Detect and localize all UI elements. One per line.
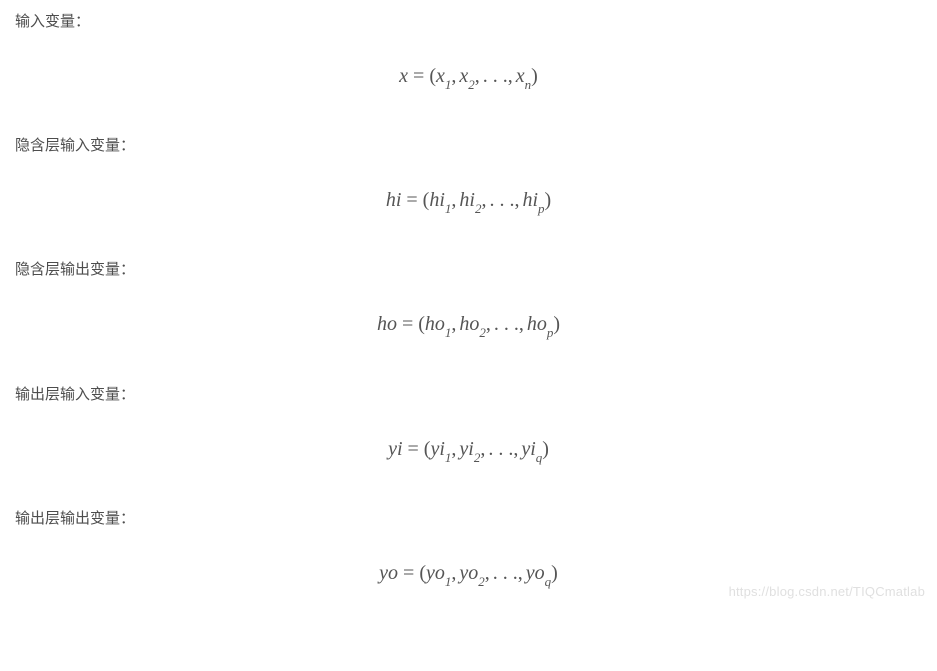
elem-yo1-sub: 1 [445,574,452,589]
elem-xn-sub: n [525,77,532,92]
formula-hidden-output-var: ho=(ho1,ho2,. . .,hop) [15,310,922,340]
label-hidden-input-var: 隐含层输入变量： [15,134,922,158]
elem-hop-sub: p [547,325,554,340]
elem-hop-base: ho [527,313,547,335]
comma: , [519,313,524,335]
comma: , [508,65,513,87]
elem-yiq-base: yi [521,438,535,460]
formula-input-var: x=(x1,x2,. . .,xn) [15,62,922,92]
comma: , [451,189,456,211]
elem-yoq-sub: q [545,574,552,589]
ellipsis: . . . [488,438,513,460]
equals-sign: = [406,189,417,211]
elem-hi2-sub: 2 [475,201,482,216]
elem-x1-sub: 1 [445,77,452,92]
ellipsis: . . . [483,65,508,87]
label-output-input-var: 输出层输入变量： [15,383,922,407]
elem-hip-sub: p [538,201,545,216]
equals-sign: = [408,438,419,460]
label-output-output-var: 输出层输出变量： [15,507,922,531]
elem-xn-base: x [516,65,525,87]
var-yi: yi [388,438,402,460]
equals-sign: = [402,313,413,335]
ellipsis: . . . [489,189,514,211]
formula-output-input-var: yi=(yi1,yi2,. . .,yiq) [15,435,922,465]
elem-x2-base: x [459,65,468,87]
section-output-output-var: 输出层输出变量： yo=(yo1,yo2,. . .,yoq) [15,507,922,589]
right-paren: ) [545,189,552,211]
elem-hi1-sub: 1 [445,201,452,216]
comma: , [518,562,523,584]
elem-yo2-base: yo [459,562,478,584]
label-hidden-output-var: 隐含层输出变量： [15,258,922,282]
comma: , [451,313,456,335]
var-hi: hi [386,189,402,211]
comma: , [485,562,490,584]
ellipsis: . . . [494,313,519,335]
left-paren: ( [429,65,436,87]
comma: , [481,189,486,211]
elem-yi2-base: yi [459,438,473,460]
equals-sign: = [413,65,424,87]
section-hidden-output-var: 隐含层输出变量： ho=(ho1,ho2,. . .,hop) [15,258,922,340]
equals-sign: = [403,562,414,584]
comma: , [451,65,456,87]
comma: , [514,189,519,211]
elem-x2-sub: 2 [468,77,475,92]
watermark-text: https://blog.csdn.net/TIQCmatlab [729,584,925,599]
left-paren: ( [418,313,425,335]
var-yo: yo [379,562,398,584]
var-ho: ho [377,313,397,335]
right-paren: ) [551,562,558,584]
left-paren: ( [419,562,426,584]
elem-yi2-sub: 2 [474,450,481,465]
elem-yoq-base: yo [526,562,545,584]
right-paren: ) [553,313,560,335]
ellipsis: . . . [493,562,518,584]
elem-hi2-base: hi [459,189,475,211]
comma: , [475,65,480,87]
elem-ho1-sub: 1 [445,325,452,340]
elem-hi1-base: hi [429,189,445,211]
right-paren: ) [531,65,538,87]
label-input-var: 输入变量： [15,10,922,34]
section-output-input-var: 输出层输入变量： yi=(yi1,yi2,. . .,yiq) [15,383,922,465]
elem-ho2-base: ho [459,313,479,335]
elem-ho2-sub: 2 [479,325,486,340]
comma: , [486,313,491,335]
comma: , [451,562,456,584]
elem-hip-base: hi [522,189,538,211]
section-input-var: 输入变量： x=(x1,x2,. . .,xn) [15,10,922,92]
elem-yi1-base: yi [430,438,444,460]
elem-yiq-sub: q [536,450,543,465]
right-paren: ) [542,438,549,460]
elem-yi1-sub: 1 [445,450,452,465]
formula-hidden-input-var: hi=(hi1,hi2,. . .,hip) [15,186,922,216]
comma: , [513,438,518,460]
section-hidden-input-var: 隐含层输入变量： hi=(hi1,hi2,. . .,hip) [15,134,922,216]
comma: , [480,438,485,460]
elem-x1-base: x [436,65,445,87]
elem-yo2-sub: 2 [478,574,485,589]
comma: , [451,438,456,460]
var-x: x [399,65,408,87]
elem-yo1-base: yo [426,562,445,584]
elem-ho1-base: ho [425,313,445,335]
